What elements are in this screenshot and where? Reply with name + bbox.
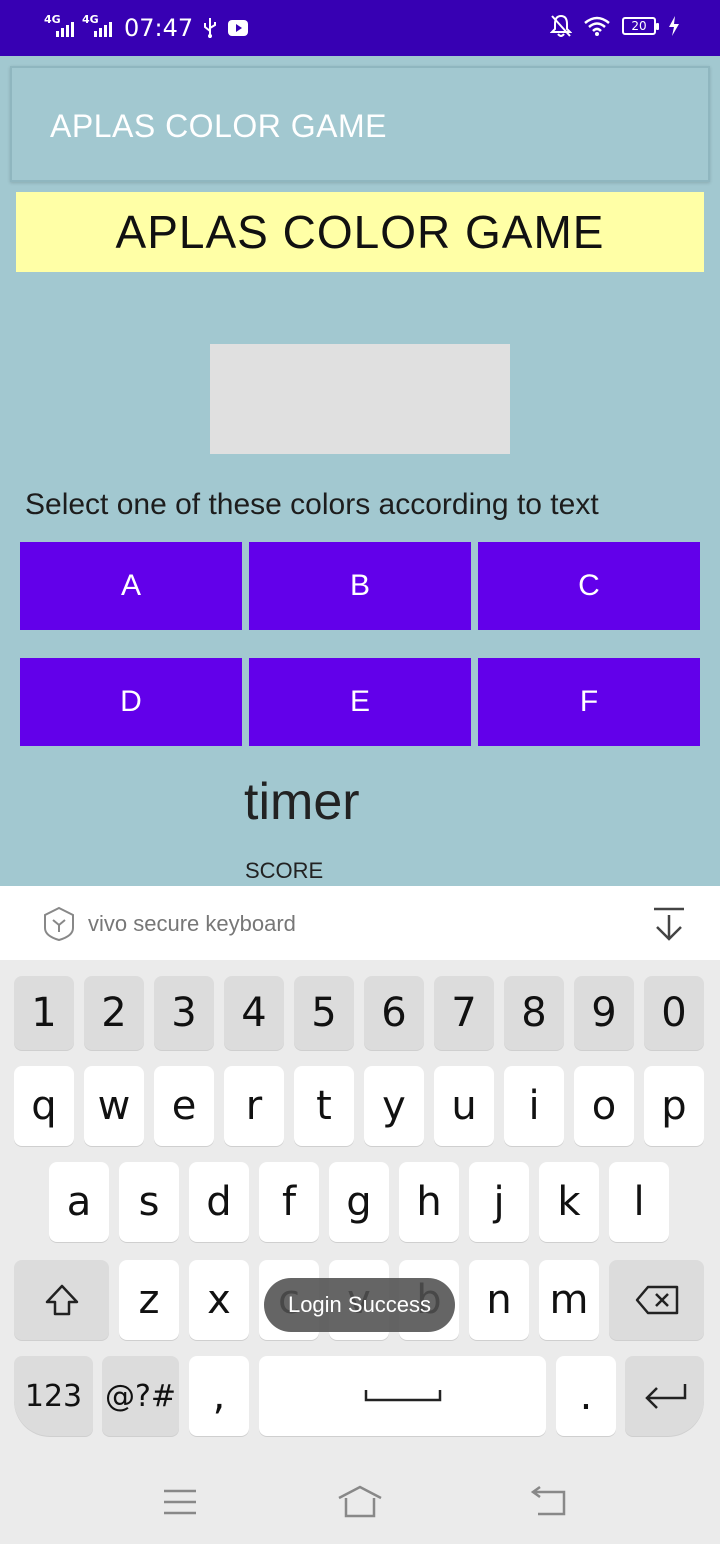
period-key[interactable]: .	[556, 1356, 616, 1436]
symbols-key[interactable]: @?#	[102, 1356, 179, 1436]
shield-icon	[44, 906, 74, 942]
navigation-bar	[0, 1460, 720, 1544]
keyboard-header: vivo secure keyboard	[0, 886, 720, 960]
key-x[interactable]: x	[189, 1260, 249, 1340]
signal-icon: 4G	[44, 13, 74, 39]
status-left: 4G 4G 07:47	[44, 12, 249, 44]
key-f[interactable]: f	[259, 1162, 319, 1242]
key-l[interactable]: l	[609, 1162, 669, 1242]
instruction-text: Select one of these colors according to …	[25, 488, 599, 521]
key-3[interactable]: 3	[154, 976, 214, 1050]
key-j[interactable]: j	[469, 1162, 529, 1242]
key-n[interactable]: n	[469, 1260, 529, 1340]
key-g[interactable]: g	[329, 1162, 389, 1242]
toast-message: Login Success	[264, 1278, 455, 1332]
key-u[interactable]: u	[434, 1066, 494, 1146]
timer-label: timer	[244, 773, 360, 831]
option-button-a[interactable]: A	[20, 542, 242, 630]
key-q[interactable]: q	[14, 1066, 74, 1146]
key-e[interactable]: e	[154, 1066, 214, 1146]
key-a[interactable]: a	[49, 1162, 109, 1242]
menu-icon[interactable]	[162, 1484, 198, 1520]
mode-123-key[interactable]: 123	[14, 1356, 93, 1436]
clock: 07:47	[124, 14, 194, 42]
battery-level: 20	[631, 19, 647, 33]
key-1[interactable]: 1	[14, 976, 74, 1050]
option-button-f[interactable]: F	[478, 658, 700, 746]
enter-icon	[644, 1384, 686, 1409]
key-t[interactable]: t	[294, 1066, 354, 1146]
key-p[interactable]: p	[644, 1066, 704, 1146]
youtube-icon	[228, 20, 249, 36]
comma-key[interactable]: ,	[189, 1356, 249, 1436]
key-5[interactable]: 5	[294, 976, 354, 1050]
battery-icon: 20	[622, 17, 659, 35]
usb-icon	[204, 18, 217, 38]
space-icon	[364, 1390, 441, 1402]
home-icon[interactable]	[336, 1484, 384, 1520]
status-bar: 4G 4G 07:47 20	[0, 0, 720, 56]
option-button-b[interactable]: B	[249, 542, 471, 630]
key-k[interactable]: k	[539, 1162, 599, 1242]
key-z[interactable]: z	[119, 1260, 179, 1340]
option-button-e[interactable]: E	[249, 658, 471, 746]
key-2[interactable]: 2	[84, 976, 144, 1050]
option-button-c[interactable]: C	[478, 542, 700, 630]
key-o[interactable]: o	[574, 1066, 634, 1146]
key-6[interactable]: 6	[364, 976, 424, 1050]
key-0[interactable]: 0	[644, 976, 704, 1050]
key-r[interactable]: r	[224, 1066, 284, 1146]
key-h[interactable]: h	[399, 1162, 459, 1242]
space-key[interactable]	[259, 1356, 546, 1436]
key-4[interactable]: 4	[224, 976, 284, 1050]
keyboard: 1 2 3 4 5 6 7 8 9 0 q w e r t y u i o p …	[0, 960, 720, 1544]
signal-icon-2: 4G	[82, 13, 112, 39]
key-i[interactable]: i	[504, 1066, 564, 1146]
key-m[interactable]: m	[539, 1260, 599, 1340]
mute-icon	[550, 14, 572, 37]
key-w[interactable]: w	[84, 1066, 144, 1146]
key-7[interactable]: 7	[434, 976, 494, 1050]
key-d[interactable]: d	[189, 1162, 249, 1242]
game-title: APLAS COLOR GAME	[16, 192, 704, 272]
shift-key[interactable]	[14, 1260, 109, 1340]
status-right: 20	[550, 14, 680, 38]
color-display-box	[210, 344, 510, 454]
score-label: SCORE	[245, 858, 324, 883]
keyboard-brand: vivo secure keyboard	[42, 906, 296, 942]
key-s[interactable]: s	[119, 1162, 179, 1242]
key-y[interactable]: y	[364, 1066, 424, 1146]
app-bar: APLAS COLOR GAME	[10, 66, 710, 182]
key-9[interactable]: 9	[574, 976, 634, 1050]
app-bar-title: APLAS COLOR GAME	[50, 108, 387, 144]
option-button-d[interactable]: D	[20, 658, 242, 746]
backspace-key[interactable]	[609, 1260, 704, 1340]
back-icon[interactable]	[530, 1484, 568, 1520]
wifi-icon	[584, 16, 610, 36]
charging-icon	[669, 16, 679, 36]
shift-icon	[45, 1284, 78, 1316]
key-8[interactable]: 8	[504, 976, 564, 1050]
keyboard-brand-label: vivo secure keyboard	[88, 911, 296, 936]
backspace-icon	[635, 1285, 678, 1315]
enter-key[interactable]	[625, 1356, 704, 1436]
collapse-keyboard-icon[interactable]	[652, 906, 686, 942]
